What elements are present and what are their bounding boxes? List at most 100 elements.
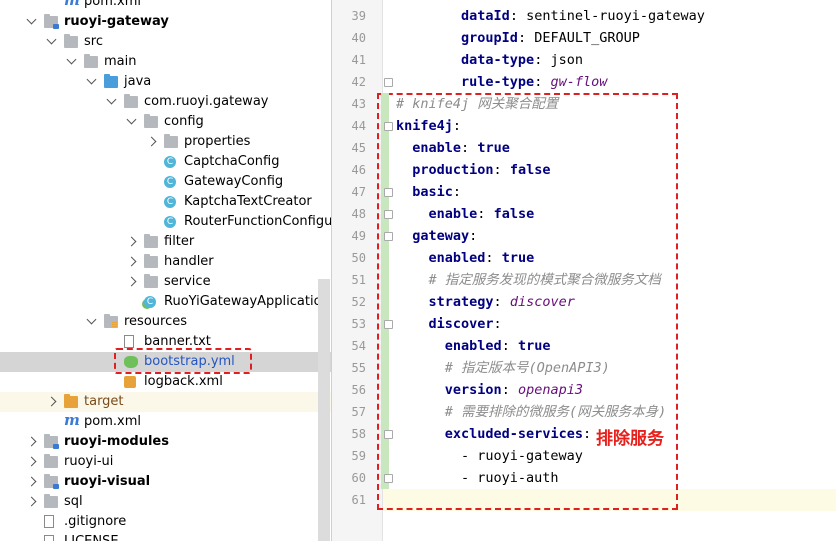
tree-item[interactable]: C RuoYiGatewayApplication [0, 292, 331, 312]
chevron-down-icon[interactable] [66, 54, 77, 65]
line-number: 61 [351, 493, 366, 507]
chevron-down-icon[interactable] [86, 314, 97, 325]
tree-item-label: CaptchaConfig [184, 154, 280, 169]
tree-item[interactable]: handler [0, 252, 331, 272]
code-line[interactable]: data-type: json [396, 49, 583, 71]
tree-item-label: config [164, 114, 204, 129]
chevron-down-icon[interactable] [126, 114, 137, 125]
chevron-right-icon[interactable] [46, 396, 57, 407]
chevron-down-icon[interactable] [106, 94, 117, 105]
code-token: gw-flow [550, 74, 608, 90]
tree-item[interactable]: ruoyi-visual [0, 472, 331, 492]
tree-item-label: filter [164, 234, 195, 249]
tree-item[interactable]: filter [0, 232, 331, 252]
tree-item[interactable]: resources [0, 312, 331, 332]
code-token: rule-type [461, 74, 535, 90]
module-folder-icon [44, 434, 59, 449]
tree-item-label: KaptchaTextCreator [184, 194, 312, 209]
tree-item-label: ruoyi-visual [64, 474, 151, 489]
tree-item[interactable]: LICENSE [0, 532, 331, 541]
tree-item[interactable]: m pom.xml [0, 412, 331, 432]
line-number: 51 [351, 273, 366, 287]
chevron-right-icon[interactable] [146, 136, 157, 147]
tree-item[interactable]: main [0, 52, 331, 72]
chevron-down-icon[interactable] [86, 74, 97, 85]
chevron-right-icon[interactable] [126, 256, 137, 267]
chevron-right-icon[interactable] [26, 436, 37, 447]
chevron-right-icon[interactable] [126, 236, 137, 247]
tree-item-label: src [84, 34, 103, 49]
tree-item-label: service [164, 274, 211, 289]
maven-icon: m [64, 411, 80, 429]
source-folder-icon [104, 74, 118, 88]
tree-item[interactable]: sql [0, 492, 331, 512]
chevron-right-icon[interactable] [126, 276, 137, 287]
line-number: 45 [351, 141, 366, 155]
package-icon [164, 134, 178, 148]
tree-scrollbar[interactable] [318, 279, 330, 541]
code-line[interactable]: groupId: DEFAULT_GROUP [396, 27, 640, 49]
tree-item-label: GatewayConfig [184, 174, 284, 189]
tree-item[interactable]: com.ruoyi.gateway [0, 92, 331, 112]
tree-item[interactable]: ruoyi-gateway [0, 12, 331, 32]
class-icon: C [164, 216, 176, 228]
package-icon [144, 274, 158, 288]
fold-marker-icon[interactable] [384, 232, 393, 241]
code-token: dataId [461, 8, 510, 24]
code-line[interactable]: dataId: sentinel-ruoyi-gateway [396, 5, 705, 27]
fold-marker-icon[interactable] [384, 430, 393, 439]
line-number: 43 [351, 97, 366, 111]
tree-item-label: properties [184, 134, 251, 149]
chevron-right-icon[interactable] [26, 496, 37, 507]
tree-item[interactable]: ruoyi-ui [0, 452, 331, 472]
tree-item-label: RuoYiGatewayApplication [164, 294, 330, 309]
code-token: groupId [461, 30, 518, 46]
fold-marker-icon[interactable] [384, 78, 393, 87]
tree-item[interactable]: logback.xml [0, 372, 331, 392]
module-folder-icon [44, 474, 59, 489]
tree-item[interactable]: service [0, 272, 331, 292]
excluded-folder-icon [64, 394, 78, 408]
tree-item[interactable]: properties [0, 132, 331, 152]
line-number: 40 [351, 31, 366, 45]
package-icon [144, 254, 158, 268]
code-line[interactable]: rule-type: gw-flow [396, 71, 607, 93]
fold-marker-icon[interactable] [384, 320, 393, 329]
spring-class-icon: C [144, 296, 156, 308]
tree-item[interactable]: C GatewayConfig [0, 172, 331, 192]
tree-item[interactable]: java [0, 72, 331, 92]
tree-item[interactable]: ruoyi-modules [0, 432, 331, 452]
project-tree: m pom.xml ruoyi-gateway src main java com.ruoy… [0, 0, 331, 541]
package-icon [124, 94, 138, 108]
fold-marker-icon[interactable] [384, 210, 393, 219]
tree-item[interactable]: C CaptchaConfig [0, 152, 331, 172]
tree-item[interactable]: .gitignore [0, 512, 331, 532]
tree-item-label: logback.xml [144, 374, 223, 389]
tree-item[interactable]: C KaptchaTextCreator [0, 192, 331, 212]
fold-marker-icon[interactable] [384, 122, 393, 131]
fold-marker-icon[interactable] [384, 188, 393, 197]
code-token: : json [534, 52, 583, 68]
chevron-right-icon[interactable] [26, 456, 37, 467]
tree-item[interactable]: target [0, 392, 331, 412]
tree-item[interactable]: C RouterFunctionConfigurat [0, 212, 331, 232]
fold-marker-icon[interactable] [384, 474, 393, 483]
tree-item-label: target [84, 394, 124, 409]
code-token: : [534, 74, 551, 90]
tree-item[interactable]: m pom.xml [0, 0, 331, 12]
chevron-down-icon[interactable] [46, 34, 57, 45]
chevron-right-icon[interactable] [26, 476, 37, 487]
line-number: 44 [351, 119, 366, 133]
code-token: : sentinel-ruoyi-gateway [509, 8, 705, 24]
tree-item[interactable]: src [0, 32, 331, 52]
class-icon: C [164, 196, 176, 208]
line-number: 50 [351, 251, 366, 265]
chevron-down-icon[interactable] [26, 14, 37, 25]
line-number: 48 [351, 207, 366, 221]
tree-item[interactable]: config [0, 112, 331, 132]
line-number: 53 [351, 317, 366, 331]
